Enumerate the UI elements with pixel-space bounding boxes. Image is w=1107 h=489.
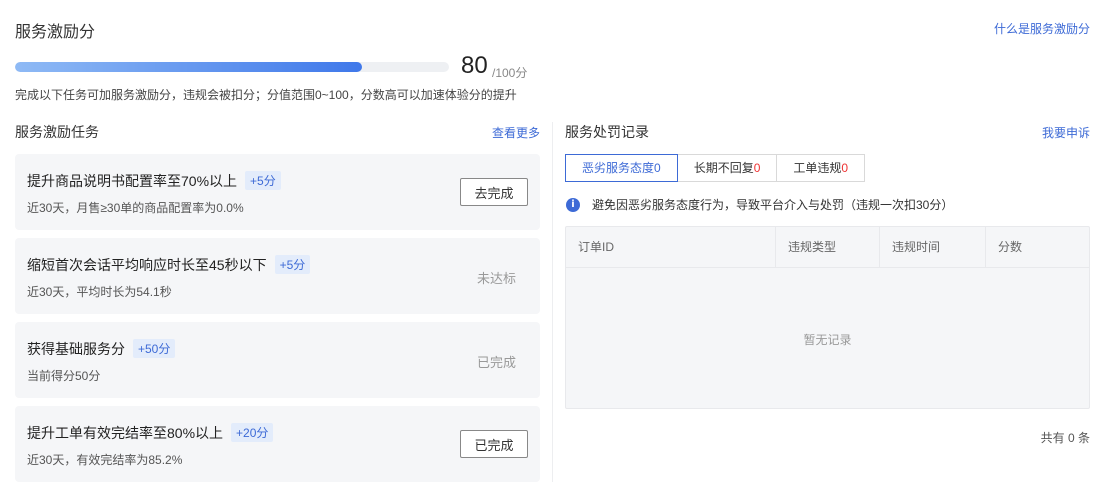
task-status-text: 已完成 [476, 355, 516, 370]
penalty-notice-text: 避免因恶劣服务态度行为，导致平台介入与处罚（违规一次扣30分） [592, 198, 954, 212]
tasks-section-title: 服务激励任务 [15, 124, 99, 140]
task-points-tag: +20分 [231, 423, 274, 442]
column-header-score: 分数 [998, 240, 1023, 254]
task-status-text: 未达标 [476, 271, 516, 286]
penalty-table: 订单ID 违规类型 违规时间 分数 暂无记录 [565, 226, 1090, 409]
table-empty-text: 暂无记录 [803, 333, 852, 347]
task-card: 缩短首次会话平均响应时长至45秒以下 +5分 近30天，平均时长为54.1秒 未达… [15, 238, 540, 314]
task-subtitle: 当前得分50分 [27, 369, 101, 383]
task-title: 提升工单有效完结率至80%以上 +20分 [27, 423, 274, 443]
tab-bad-attitude[interactable]: 恶劣服务态度0 [565, 154, 678, 182]
task-points-tag: +5分 [274, 255, 311, 274]
task-card: 提升商品说明书配置率至70%以上 +5分 近30天，月售≥30单的商品配置率为0.… [15, 154, 540, 230]
task-card: 提升工单有效完结率至80%以上 +20分 近30天，有效完结率为85.2% 已完成 [15, 406, 540, 482]
table-header: 订单ID 违规类型 违规时间 分数 [566, 227, 1089, 268]
info-icon: i [566, 197, 580, 212]
task-go-complete-button[interactable]: 去完成 [460, 178, 528, 206]
score-total: /100分 [492, 66, 528, 80]
task-subtitle: 近30天，有效完结率为85.2% [27, 453, 183, 467]
appeal-link[interactable]: 我要申诉 [1042, 124, 1090, 141]
penalty-notice: i 避免因恶劣服务态度行为，导致平台介入与处罚（违规一次扣30分） [566, 196, 953, 213]
task-title: 提升商品说明书配置率至70%以上 +5分 [27, 171, 281, 191]
score-progress-fill [15, 62, 363, 72]
penalty-section-title: 服务处罚记录 [565, 124, 649, 140]
view-more-link[interactable]: 查看更多 [492, 124, 540, 141]
column-header-violation-type: 违规类型 [776, 227, 880, 267]
tab-ticket-violation[interactable]: 工单违规0 [777, 154, 866, 182]
task-title: 缩短首次会话平均响应时长至45秒以下 +5分 [27, 255, 311, 275]
task-points-tag: +50分 [133, 339, 176, 358]
score-value: 80 [461, 52, 488, 79]
task-subtitle: 近30天，平均时长为54.1秒 [27, 285, 172, 299]
tab-no-reply[interactable]: 长期不回复0 [677, 154, 778, 182]
score-progress-bar [15, 62, 449, 72]
task-subtitle: 近30天，月售≥30单的商品配置率为0.0% [27, 201, 244, 215]
what-is-incentive-link[interactable]: 什么是服务激励分 [994, 20, 1090, 37]
task-title: 获得基础服务分 +50分 [27, 339, 176, 359]
column-header-violation-time: 违规时间 [880, 227, 986, 267]
total-count: 共有 0 条 [1040, 431, 1090, 445]
score-description: 完成以下任务可加服务激励分，违规会被扣分；分值范围0~100，分数高可以加速体验… [15, 88, 517, 102]
section-divider [552, 122, 553, 482]
task-completed-button[interactable]: 已完成 [460, 430, 528, 458]
task-points-tag: +5分 [245, 171, 281, 190]
column-header-order-id: 订单ID [566, 227, 776, 267]
task-card: 获得基础服务分 +50分 当前得分50分 已完成 [15, 322, 540, 398]
penalty-tabs: 恶劣服务态度0 长期不回复0 工单违规0 [565, 154, 866, 182]
page-title: 服务激励分 [15, 24, 96, 41]
